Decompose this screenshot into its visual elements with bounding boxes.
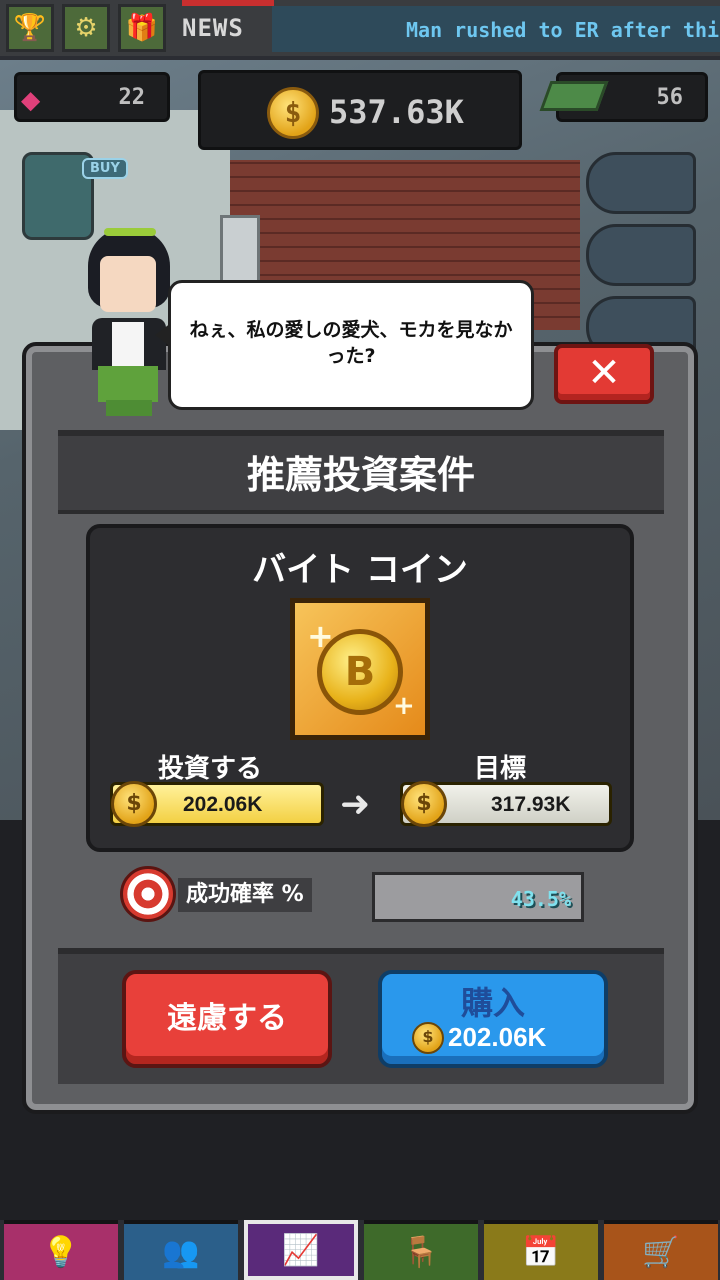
people-icon: 👥 bbox=[162, 1234, 200, 1270]
decline-button-label: 遠慮する bbox=[167, 1001, 287, 1036]
buy-badge: BUY bbox=[82, 158, 128, 179]
target-label: 目標 bbox=[474, 754, 527, 784]
nav-tab-ideas[interactable]: 💡 bbox=[4, 1220, 118, 1280]
cabinet bbox=[220, 215, 260, 285]
bottom-nav: 💡 👥 📈 🪑 📅 🛒 bbox=[0, 1220, 720, 1280]
chair-icon: 🪑 bbox=[402, 1234, 440, 1270]
bitcoin-icon: B + + bbox=[290, 598, 430, 740]
success-rate-bar: 43.5% bbox=[372, 872, 584, 922]
invest-amount: 202.06K bbox=[183, 793, 263, 816]
nav-tab-events[interactable]: 📅 bbox=[484, 1220, 598, 1280]
speech-text: ねぇ、私の愛しの愛犬、モカを見なかった? bbox=[189, 319, 513, 367]
nav-tab-staff[interactable]: 👥 bbox=[124, 1220, 238, 1280]
coin-icon: $ bbox=[412, 1022, 444, 1054]
buy-button[interactable]: 購入 $ 202.06K bbox=[378, 970, 608, 1068]
speech-bubble: ねぇ、私の愛しの愛犬、モカを見なかった? bbox=[155, 280, 534, 410]
dialog-title: 推薦投資案件 bbox=[246, 453, 475, 497]
target-amount-pill: $ 317.93K bbox=[400, 781, 612, 827]
bullseye-icon bbox=[120, 866, 176, 922]
news-ticker-text: Man rushed to ER after think bbox=[406, 18, 720, 42]
news-label: NEWS bbox=[182, 14, 244, 42]
cash-count: 56 bbox=[656, 85, 684, 110]
character-skirt bbox=[98, 366, 158, 402]
gem-counter[interactable]: ◆ 22 bbox=[14, 72, 170, 122]
news-ticker[interactable]: Man rushed to ER after think bbox=[272, 6, 720, 52]
success-rate-text: 成功確率 % bbox=[178, 878, 312, 912]
calendar-icon: 📅 bbox=[522, 1234, 560, 1270]
gift-icon[interactable]: 🎁 bbox=[118, 4, 166, 52]
invest-amount-pill: $ 202.06K bbox=[110, 781, 324, 827]
arrow-right-icon: ➜ bbox=[340, 784, 371, 825]
character-sprite bbox=[84, 226, 180, 416]
cash-icon bbox=[539, 81, 609, 111]
coin-icon: $ bbox=[111, 781, 157, 827]
character-headband bbox=[104, 228, 156, 236]
investment-panel: バイト コイン B + + 投資する 目標 $ 202.06K ➜ $ 317.… bbox=[86, 524, 634, 852]
nav-tab-invest[interactable]: 📈 bbox=[244, 1220, 358, 1280]
buy-button-label: 購入 bbox=[460, 984, 525, 1022]
news-accent bbox=[182, 0, 274, 6]
character-legs bbox=[106, 400, 152, 416]
dialog-title-bar: 推薦投資案件 bbox=[58, 430, 664, 514]
lightbulb-icon: 💡 bbox=[42, 1234, 80, 1270]
invest-label: 投資する bbox=[158, 754, 263, 784]
success-rate-value: 43.5% bbox=[510, 887, 571, 911]
close-button[interactable]: ✕ bbox=[554, 344, 654, 404]
sparkle-icon: + bbox=[393, 691, 415, 721]
nav-tab-shop[interactable]: 🛒 bbox=[604, 1220, 718, 1280]
coin-icon: $ bbox=[401, 781, 447, 827]
gem-icon: ◆ bbox=[21, 80, 41, 118]
gem-count: 22 bbox=[118, 85, 146, 110]
coin-icon: $ bbox=[267, 87, 319, 139]
side-button-reports[interactable] bbox=[586, 152, 696, 214]
coin-counter[interactable]: $ 537.63K bbox=[198, 70, 522, 150]
character-shirt bbox=[112, 322, 144, 368]
character-face bbox=[100, 256, 156, 312]
coin-name: バイト コイン bbox=[252, 550, 468, 590]
cart-icon: 🛒 bbox=[642, 1234, 680, 1270]
top-bar: 🏆 ⚙ 🎁 NEWS Man rushed to ER after think bbox=[0, 0, 720, 56]
decline-button[interactable]: 遠慮する bbox=[122, 970, 332, 1068]
target-amount: 317.93K bbox=[491, 793, 571, 816]
success-rate-fill bbox=[375, 875, 465, 919]
side-button-world[interactable] bbox=[586, 224, 696, 286]
chart-icon: 📈 bbox=[282, 1232, 320, 1268]
trophy-icon[interactable]: 🏆 bbox=[6, 4, 54, 52]
coin-count: 537.63K bbox=[329, 93, 464, 131]
buy-price: 202.06K bbox=[448, 1022, 547, 1052]
nav-tab-furniture[interactable]: 🪑 bbox=[364, 1220, 478, 1280]
cash-counter[interactable]: 56 bbox=[539, 72, 708, 122]
sparkle-icon: + bbox=[307, 617, 334, 655]
gear-icon[interactable]: ⚙ bbox=[62, 4, 110, 52]
